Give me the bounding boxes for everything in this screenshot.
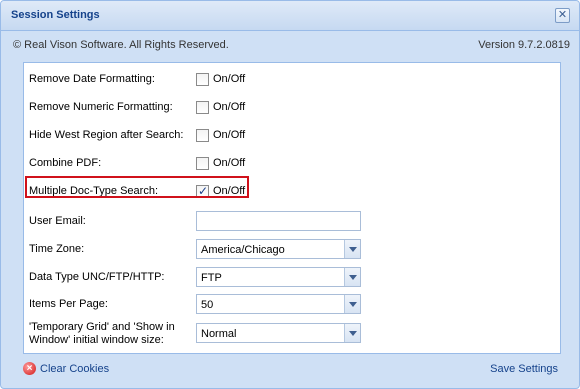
- info-bar: © Real Vison Software. All Rights Reserv…: [10, 36, 570, 57]
- items-per-page-select[interactable]: 50: [196, 294, 361, 314]
- data-type-value: FTP: [201, 272, 222, 284]
- user-email-input[interactable]: [196, 211, 361, 231]
- remove-numeric-toggle-label: On/Off: [213, 101, 246, 113]
- window-size-value: Normal: [201, 328, 237, 340]
- clear-icon: ×: [23, 362, 36, 375]
- version-text: Version 9.7.2.0819: [478, 39, 570, 51]
- remove-date-label: Remove Date Formatting:: [29, 73, 155, 85]
- time-zone-row: Time Zone: America/Chicago: [24, 239, 560, 267]
- chevron-down-icon[interactable]: [344, 324, 360, 342]
- user-email-row: User Email:: [24, 211, 560, 239]
- remove-date-row: Remove Date Formatting: On/Off: [24, 73, 560, 101]
- window-size-row: 'Temporary Grid' and 'Show in Window' in…: [24, 319, 560, 351]
- session-settings-window: Session Settings ✕ © Real Vison Software…: [0, 0, 580, 389]
- remove-numeric-checkbox[interactable]: [196, 101, 209, 114]
- hide-west-toggle-label: On/Off: [213, 129, 246, 141]
- combine-pdf-label: Combine PDF:: [29, 157, 102, 169]
- titlebar: Session Settings ✕: [1, 1, 579, 31]
- remove-date-checkbox[interactable]: [196, 73, 209, 86]
- items-per-page-row: Items Per Page: 50: [24, 294, 560, 322]
- remove-date-toggle-label: On/Off: [213, 73, 246, 85]
- window-size-label-line1: 'Temporary Grid' and 'Show in: [29, 321, 175, 333]
- combine-pdf-checkbox[interactable]: [196, 157, 209, 170]
- clear-cookies-label: Clear Cookies: [40, 363, 110, 375]
- copyright-text: © Real Vison Software. All Rights Reserv…: [13, 39, 229, 51]
- remove-numeric-row: Remove Numeric Formatting: On/Off: [24, 101, 560, 129]
- items-per-page-label: Items Per Page:: [29, 298, 108, 310]
- window-title: Session Settings: [11, 9, 100, 21]
- chevron-down-icon[interactable]: [344, 268, 360, 286]
- highlight-box: [25, 176, 249, 198]
- time-zone-select[interactable]: America/Chicago: [196, 239, 361, 259]
- close-icon: ✕: [557, 9, 568, 21]
- chevron-down-icon[interactable]: [344, 295, 360, 313]
- data-type-select[interactable]: FTP: [196, 267, 361, 287]
- chevron-down-icon[interactable]: [344, 240, 360, 258]
- time-zone-label: Time Zone:: [29, 243, 85, 255]
- hide-west-checkbox[interactable]: [196, 129, 209, 142]
- time-zone-value: America/Chicago: [201, 244, 285, 256]
- window-size-select[interactable]: Normal: [196, 323, 361, 343]
- save-settings-button[interactable]: Save Settings: [490, 363, 558, 375]
- settings-panel: Remove Date Formatting: On/Off Remove Nu…: [23, 62, 561, 354]
- remove-numeric-label: Remove Numeric Formatting:: [29, 101, 173, 113]
- window-size-label-line2: Window' initial window size:: [29, 334, 164, 346]
- hide-west-row: Hide West Region after Search: On/Off: [24, 129, 560, 157]
- items-per-page-value: 50: [201, 299, 214, 311]
- hide-west-label: Hide West Region after Search:: [29, 129, 184, 141]
- close-button[interactable]: ✕: [555, 8, 570, 23]
- user-email-label: User Email:: [29, 215, 86, 227]
- data-type-row: Data Type UNC/FTP/HTTP: FTP: [24, 267, 560, 295]
- footer: × Clear Cookies Save Settings: [1, 357, 579, 388]
- combine-pdf-toggle-label: On/Off: [213, 157, 246, 169]
- data-type-label: Data Type UNC/FTP/HTTP:: [29, 271, 165, 283]
